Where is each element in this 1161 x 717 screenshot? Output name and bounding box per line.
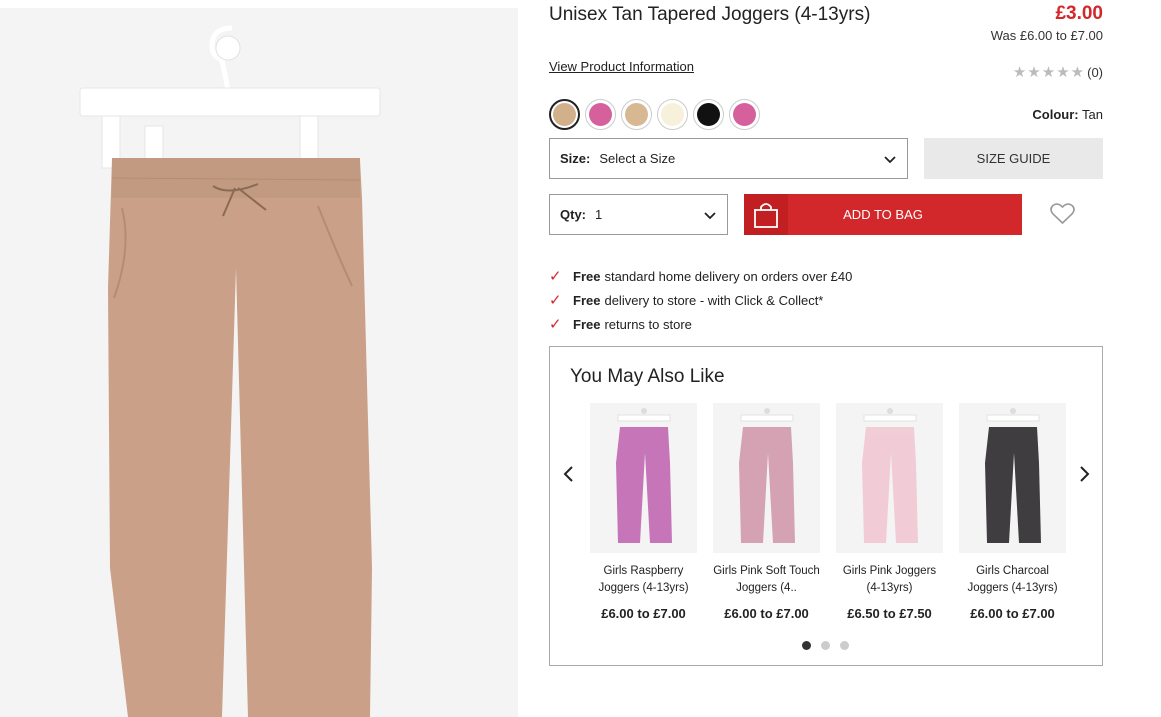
carousel-pagination xyxy=(802,641,849,650)
quantity-select[interactable]: Qty: 1 xyxy=(549,194,728,235)
colour-swatch-beige[interactable] xyxy=(621,99,652,130)
perk-item: ✓ Free returns to store xyxy=(549,312,852,336)
perk-text: delivery to store - with Click & Collect… xyxy=(604,292,824,308)
colour-display: Colour: Tan xyxy=(1032,107,1103,122)
delivery-perks: ✓ Free standard home delivery on orders ov… xyxy=(549,264,852,336)
qty-value: 1 xyxy=(595,207,603,222)
perk-item: ✓ Free standard home delivery on orders ov… xyxy=(549,264,852,288)
swatch-colour xyxy=(733,103,756,126)
perk-item: ✓ Free delivery to store - with Click & Co… xyxy=(549,288,852,312)
recommendation-card[interactable]: Girls Charcoal Joggers (4-13yrs) £6.00 to… xyxy=(959,403,1066,621)
recommendation-name[interactable]: Girls Charcoal Joggers (4-13yrs) xyxy=(959,563,1066,597)
perk-text: returns to store xyxy=(604,316,692,332)
swatch-colour xyxy=(625,103,648,126)
recommendation-image[interactable] xyxy=(836,403,943,553)
shopping-bag-icon xyxy=(744,194,788,235)
carousel-dot[interactable] xyxy=(840,641,849,650)
star-rating-icon: ★★★★★ xyxy=(1012,64,1086,81)
chevron-down-icon xyxy=(704,211,716,219)
you-may-also-like-panel: You May Also Like Girls Raspberry Jogger… xyxy=(549,346,1103,666)
checkmark-icon: ✓ xyxy=(549,316,562,333)
recommendation-name[interactable]: Girls Pink Joggers (4-13yrs) xyxy=(836,563,943,597)
colour-label: Colour: xyxy=(1032,107,1079,122)
qty-label: Qty: xyxy=(560,207,586,222)
recommendation-card[interactable]: Girls Pink Joggers (4-13yrs) £6.50 to £7.… xyxy=(836,403,943,621)
colour-swatch-cream[interactable] xyxy=(657,99,688,130)
size-select[interactable]: Size: Select a Size xyxy=(549,138,908,179)
perk-text: standard home delivery on orders over £4… xyxy=(604,268,853,284)
carousel-dot[interactable] xyxy=(802,641,811,650)
swatch-colour xyxy=(589,103,612,126)
perk-bold: Free xyxy=(573,292,601,308)
view-product-information-link[interactable]: View Product Information xyxy=(549,59,694,74)
add-to-bag-label: ADD TO BAG xyxy=(843,207,923,222)
recommendation-image[interactable] xyxy=(713,403,820,553)
carousel-dot[interactable] xyxy=(821,641,830,650)
size-guide-button[interactable]: SIZE GUIDE xyxy=(924,138,1103,179)
colour-swatch-black[interactable] xyxy=(693,99,724,130)
recommendation-image[interactable] xyxy=(959,403,1066,553)
recommendation-name[interactable]: Girls Pink Soft Touch Joggers (4.. xyxy=(713,563,820,597)
recommendation-price: £6.00 to £7.00 xyxy=(724,606,809,621)
add-to-bag-button[interactable]: ADD TO BAG xyxy=(744,194,1022,235)
perk-bold: Free xyxy=(573,268,601,284)
recommendation-name[interactable]: Girls Raspberry Joggers (4-13yrs) xyxy=(590,563,697,597)
colour-swatches xyxy=(549,99,760,130)
recommendation-price: £6.00 to £7.00 xyxy=(970,606,1055,621)
heart-icon[interactable] xyxy=(1050,203,1075,225)
rating[interactable]: ★★★★★ (0) xyxy=(1013,63,1103,81)
swatch-colour xyxy=(661,103,684,126)
was-price: Was £6.00 to £7.00 xyxy=(990,28,1103,43)
recommendation-card[interactable]: Girls Raspberry Joggers (4-13yrs) £6.00 t… xyxy=(590,403,697,621)
size-value: Select a Size xyxy=(599,151,676,166)
product-title: Unisex Tan Tapered Joggers (4-13yrs) xyxy=(549,4,871,25)
recommendation-carousel: Girls Raspberry Joggers (4-13yrs) £6.00 t… xyxy=(590,403,1066,621)
colour-swatch-pink-2[interactable] xyxy=(729,99,760,130)
swatch-colour xyxy=(697,103,720,126)
recommendation-price: £6.50 to £7.50 xyxy=(847,606,932,621)
checkmark-icon: ✓ xyxy=(549,292,562,309)
colour-swatch-pink[interactable] xyxy=(585,99,616,130)
chevron-right-icon[interactable] xyxy=(1077,463,1091,485)
colour-value: Tan xyxy=(1082,107,1103,122)
recommendation-card[interactable]: Girls Pink Soft Touch Joggers (4.. £6.00 … xyxy=(713,403,820,621)
chevron-down-icon xyxy=(884,155,896,163)
product-image xyxy=(0,8,518,717)
size-label: Size: xyxy=(560,151,591,166)
swatch-colour xyxy=(553,103,576,126)
recommendations-heading: You May Also Like xyxy=(570,366,725,387)
product-price: £3.00 xyxy=(1055,3,1103,24)
chevron-left-icon[interactable] xyxy=(562,463,576,485)
recommendation-price: £6.00 to £7.00 xyxy=(601,606,686,621)
colour-swatch-tan[interactable] xyxy=(549,99,580,130)
perk-bold: Free xyxy=(573,316,601,332)
recommendation-image[interactable] xyxy=(590,403,697,553)
rating-count: (0) xyxy=(1087,64,1103,80)
checkmark-icon: ✓ xyxy=(549,268,562,285)
